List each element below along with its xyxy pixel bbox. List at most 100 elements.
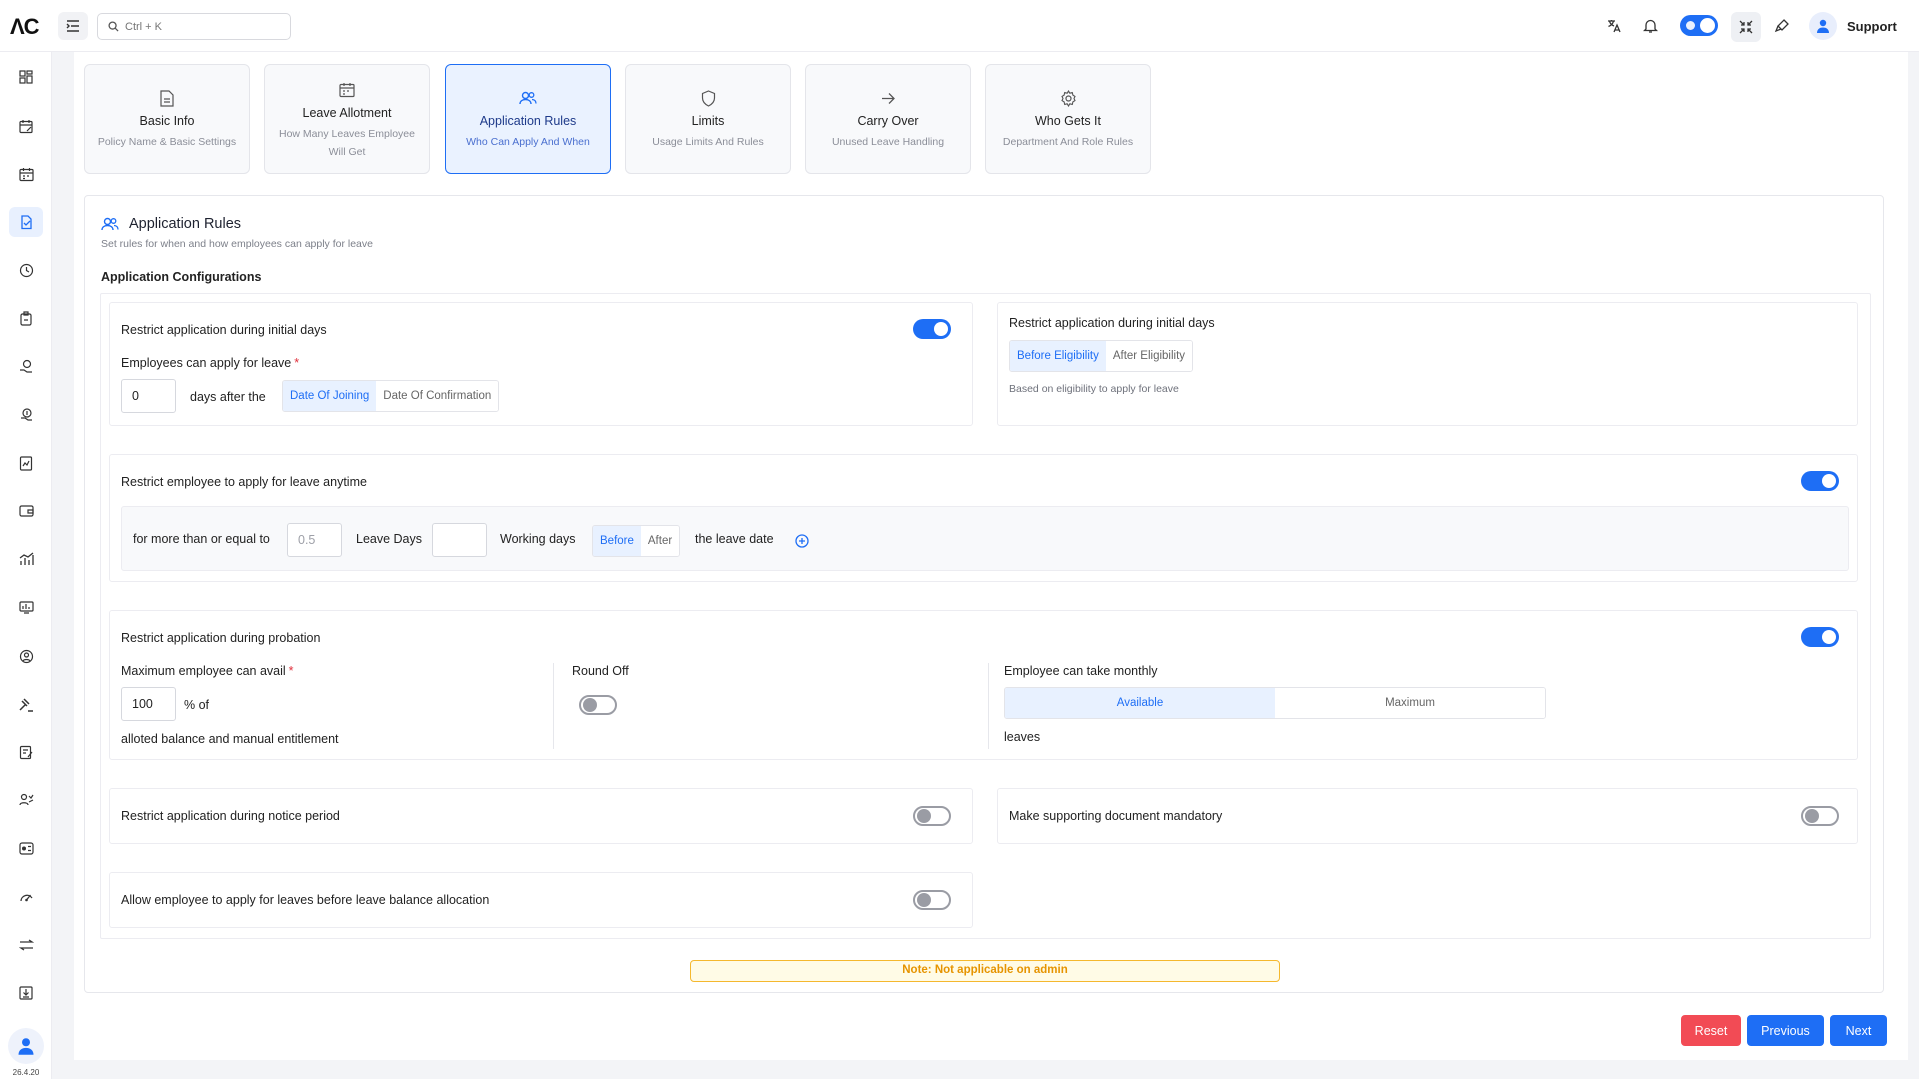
initial-days-toggle[interactable]	[913, 319, 951, 339]
sidebar-item-transfer[interactable]	[9, 930, 43, 960]
sidebar-item-hand-money[interactable]	[9, 351, 43, 381]
menu-toggle-button[interactable]	[58, 12, 88, 40]
supporting-document-toggle[interactable]	[1801, 806, 1839, 826]
anytime-toggle[interactable]	[1801, 471, 1839, 491]
user-menu[interactable]: Support	[1809, 12, 1897, 40]
opt-date-of-confirmation[interactable]: Date Of Confirmation	[376, 381, 499, 411]
monthly-label: Employee can take monthly	[1004, 664, 1158, 678]
anytime-label: Restrict employee to apply for leave any…	[121, 475, 367, 489]
sidebar-item-user-circle[interactable]	[9, 641, 43, 671]
eligibility-label: Restrict application during initial days	[1009, 316, 1215, 330]
step-limits[interactable]: Limits Usage Limits And Rules	[625, 64, 791, 174]
percent-of-text: % of	[184, 698, 210, 712]
bell-icon[interactable]	[1638, 14, 1662, 38]
probation-box: Restrict application during probation Ma…	[109, 610, 1858, 760]
users-icon	[446, 87, 610, 109]
sidebar-item-badge[interactable]	[9, 303, 43, 333]
round-off-toggle[interactable]	[579, 695, 617, 715]
sidebar-item-calendar[interactable]	[9, 159, 43, 189]
date-type-selector: Date Of Joining Date Of Confirmation	[282, 380, 500, 412]
sidebar-item-wallet[interactable]	[9, 496, 43, 526]
step-subtitle: How Many Leaves Employee Will Get	[279, 128, 415, 158]
step-basic-info[interactable]: Basic Info Policy Name & Basic Settings	[84, 64, 250, 174]
translate-icon[interactable]	[1602, 14, 1626, 38]
max-avail-input[interactable]: 100	[121, 687, 176, 721]
leaves-text: leaves	[1004, 730, 1041, 744]
initial-days-box: Restrict application during initial days…	[109, 302, 973, 426]
reset-button[interactable]: Reset	[1681, 1015, 1741, 1046]
transfer-icon	[18, 939, 34, 951]
sidebar: 26.4.20	[0, 52, 52, 1079]
working-days-input[interactable]	[432, 523, 487, 557]
leave-days-input[interactable]: 0.5	[287, 523, 342, 557]
next-button[interactable]: Next	[1830, 1015, 1887, 1046]
wallet-icon	[18, 505, 34, 517]
step-subtitle: Unused Leave Handling	[831, 136, 945, 148]
toggle-card-icon	[18, 841, 34, 855]
sidebar-item-analytics[interactable]	[9, 592, 43, 622]
team-icon	[18, 793, 33, 806]
opt-before-eligibility[interactable]: Before Eligibility	[1010, 341, 1106, 371]
divider	[553, 663, 554, 749]
dashboard-icon	[19, 70, 33, 84]
previous-button[interactable]: Previous	[1747, 1015, 1824, 1046]
opt-available[interactable]: Available	[1005, 688, 1275, 718]
analytics-icon	[18, 600, 34, 614]
sidebar-item-download-box[interactable]	[9, 978, 43, 1008]
eligibility-box: Restrict application during initial days…	[997, 302, 1858, 426]
sidebar-user-avatar[interactable]	[8, 1028, 44, 1064]
fullscreen-button[interactable]	[1731, 12, 1761, 42]
sidebar-item-dashboard[interactable]	[9, 62, 43, 92]
gear-icon	[986, 87, 1150, 109]
days-input[interactable]: 0	[121, 379, 176, 413]
app-version: 26.4.20	[12, 1068, 40, 1077]
calendar-icon	[18, 167, 34, 181]
more-than-text: for more than or equal to	[133, 532, 270, 546]
opt-after[interactable]: After	[640, 526, 680, 556]
step-who-gets-it[interactable]: Who Gets It Department And Role Rules	[985, 64, 1151, 174]
configurations-panel: Restrict application during initial days…	[100, 293, 1871, 939]
add-rule-icon[interactable]	[795, 534, 809, 553]
search-icon	[108, 21, 119, 32]
step-application-rules[interactable]: Application Rules Who Can Apply And When	[445, 64, 611, 174]
sidebar-item-team[interactable]	[9, 785, 43, 815]
probation-toggle[interactable]	[1801, 627, 1839, 647]
step-title: Leave Allotment	[302, 106, 392, 120]
theme-toggle[interactable]	[1680, 15, 1718, 36]
speed-icon	[19, 894, 33, 902]
before-allocation-toggle[interactable]	[913, 890, 951, 910]
sidebar-item-report[interactable]	[9, 448, 43, 478]
search-box[interactable]	[97, 13, 291, 40]
sidebar-item-clock[interactable]	[9, 255, 43, 285]
opt-maximum[interactable]: Maximum	[1275, 688, 1545, 718]
calendar-icon	[265, 79, 429, 101]
brush-icon[interactable]	[1770, 14, 1794, 38]
sidebar-item-speed[interactable]	[9, 882, 43, 912]
section-subtitle: Set rules for when and how employees can…	[101, 238, 373, 250]
search-input[interactable]	[125, 20, 275, 33]
notice-period-box: Restrict application during notice perio…	[109, 788, 973, 844]
moon-icon	[1686, 21, 1695, 30]
before-allocation-box: Allow employee to apply for leaves befor…	[109, 872, 973, 928]
sidebar-item-coins[interactable]	[9, 399, 43, 429]
leave-icon	[20, 214, 32, 229]
step-carry-over[interactable]: Carry Over Unused Leave Handling	[805, 64, 971, 174]
app-logo[interactable]: ΛC	[10, 14, 40, 40]
gavel-icon	[18, 697, 33, 712]
initial-days-label: Restrict application during initial days	[121, 323, 327, 337]
sidebar-item-leave[interactable]	[9, 207, 43, 237]
anytime-rule-row: for more than or equal to 0.5 Leave Days…	[121, 506, 1849, 571]
sidebar-item-chart[interactable]	[9, 544, 43, 574]
anytime-box: Restrict employee to apply for leave any…	[109, 454, 1858, 582]
notice-period-toggle[interactable]	[913, 806, 951, 826]
report-icon	[19, 455, 33, 471]
opt-after-eligibility[interactable]: After Eligibility	[1105, 341, 1193, 371]
sidebar-item-toggle-card[interactable]	[9, 833, 43, 863]
sidebar-item-form[interactable]	[9, 737, 43, 767]
opt-date-of-joining[interactable]: Date Of Joining	[283, 381, 377, 411]
sidebar-item-calendar-edit[interactable]	[9, 111, 43, 141]
step-leave-allotment[interactable]: Leave Allotment How Many Leaves Employee…	[264, 64, 430, 174]
opt-before[interactable]: Before	[593, 526, 641, 556]
sidebar-item-gavel[interactable]	[9, 689, 43, 719]
before-after-selector: Before After	[592, 525, 681, 557]
